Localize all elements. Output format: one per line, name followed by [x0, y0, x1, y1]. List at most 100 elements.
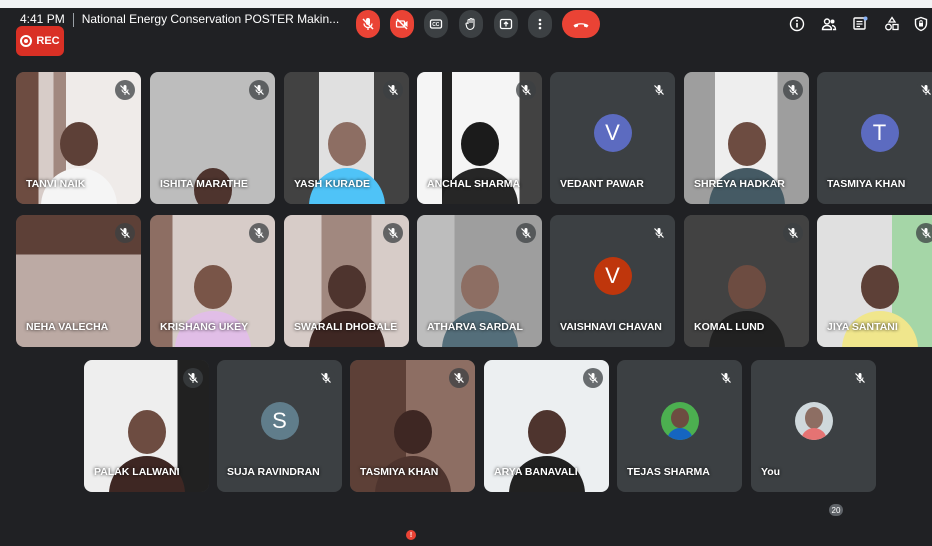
mic-toggle-button[interactable]: [356, 10, 380, 38]
participant-tile[interactable]: NEHA VALECHA: [16, 215, 141, 347]
participant-name: TASMIYA KHAN: [360, 466, 439, 478]
end-call-button[interactable]: [562, 10, 600, 38]
captions-icon: CC: [429, 19, 443, 29]
mic-off-icon: [249, 223, 269, 243]
svg-text:CC: CC: [432, 22, 440, 28]
mic-off-icon: [850, 368, 870, 388]
end-call-icon: [573, 23, 589, 28]
meeting-info: 4:41 PM National Energy Conservation POST…: [20, 12, 339, 27]
participant-name: ARYA BANAVALI: [494, 466, 578, 478]
mic-off-icon: [516, 223, 536, 243]
mic-off-icon: [783, 80, 803, 100]
present-button[interactable]: [494, 10, 518, 38]
meeting-title[interactable]: National Energy Conservation POSTER Maki…: [82, 12, 339, 26]
more-options-icon: [538, 18, 542, 30]
participant-name: SWARALI DHOBALE: [294, 321, 398, 333]
participant-name: TEJAS SHARMA: [627, 466, 710, 478]
participant-name: ATHARVA SARDAL: [427, 321, 523, 333]
mic-off-icon: [916, 80, 932, 100]
participant-tile[interactable]: KOMAL LUND: [684, 215, 809, 347]
participant-name: SUJA RAVINDRAN: [227, 466, 320, 478]
participant-tile[interactable]: TEJAS SHARMA: [617, 360, 742, 492]
people-icon: [821, 18, 837, 31]
participant-name: VEDANT PAWAR: [560, 178, 644, 190]
mic-off-icon: [449, 368, 469, 388]
participant-name: PALAK LALWANI: [94, 466, 180, 478]
participant-tile[interactable]: T TASMIYA KHAN: [817, 72, 932, 204]
chat-icon: [853, 16, 868, 30]
participant-tile[interactable]: S SUJA RAVINDRAN: [217, 360, 342, 492]
participant-tile[interactable]: V VAISHNAVI CHAVAN: [550, 215, 675, 347]
recording-badge[interactable]: REC: [16, 26, 64, 56]
participant-name: ANCHAL SHARMA: [427, 178, 521, 190]
participant-name: VAISHNAVI CHAVAN: [560, 321, 662, 333]
participant-tile[interactable]: YASH KURADE: [284, 72, 409, 204]
info-icon: [789, 16, 805, 32]
participant-tile[interactable]: KRISHANG UKEY: [150, 215, 275, 347]
mic-off-icon: [383, 80, 403, 100]
participant-name: KRISHANG UKEY: [160, 321, 249, 333]
mic-off-icon: [383, 223, 403, 243]
participant-count-badge: 20: [829, 504, 843, 516]
participant-name: You: [761, 466, 781, 478]
recording-label: REC: [36, 35, 60, 47]
activities-icon: [885, 16, 899, 31]
meeting-details-button[interactable]: [787, 14, 807, 34]
mic-off-icon: [783, 223, 803, 243]
participant-avatar: S: [260, 402, 299, 440]
divider: [72, 12, 74, 27]
present-icon: [499, 18, 513, 30]
participant-name: JIYA SANTANI: [827, 321, 898, 333]
mic-off-icon: [916, 223, 932, 243]
mic-off-icon: [183, 368, 203, 388]
participant-tile[interactable]: ARYA BANAVALI: [484, 360, 609, 492]
participant-tile[interactable]: PALAK LALWANI: [84, 360, 209, 492]
participant-tile[interactable]: V VEDANT PAWAR: [550, 72, 675, 204]
bottom-bar: [0, 506, 932, 546]
participant-tile[interactable]: ATHARVA SARDAL: [417, 215, 542, 347]
mic-off-icon: [516, 80, 536, 100]
participant-tile[interactable]: SHREYA HADKAR: [684, 72, 809, 204]
mic-off-icon: [115, 223, 135, 243]
participant-tile[interactable]: JIYA SANTANI: [817, 215, 932, 347]
participant-photo: [794, 402, 833, 440]
mic-off-icon: [649, 80, 669, 100]
mic-off-icon: [115, 80, 135, 100]
participant-name: KOMAL LUND: [694, 321, 765, 333]
record-icon: [20, 35, 33, 47]
chat-button[interactable]: [850, 14, 870, 34]
captions-button[interactable]: CC: [424, 10, 448, 38]
camera-toggle-button[interactable]: [390, 10, 414, 38]
meeting-time: 4:41 PM: [20, 12, 65, 26]
participant-tile[interactable]: SWARALI DHOBALE: [284, 215, 409, 347]
participant-tile[interactable]: TANVI NAIK: [16, 72, 141, 204]
mic-off-icon: [649, 223, 669, 243]
participant-avatar: V: [593, 114, 632, 152]
participant-tile[interactable]: ANCHAL SHARMA: [417, 72, 542, 204]
participant-tile[interactable]: ISHITA MARATHE: [150, 72, 275, 204]
participant-name: NEHA VALECHA: [26, 321, 109, 333]
participant-name: TASMIYA KHAN: [827, 178, 906, 190]
mic-off-icon: [249, 80, 269, 100]
mic-off-icon: [583, 368, 603, 388]
raise-hand-button[interactable]: [459, 10, 483, 38]
top-strip: [0, 0, 932, 8]
participant-avatar: V: [593, 257, 632, 295]
people-button[interactable]: [819, 14, 839, 34]
activities-button[interactable]: [882, 14, 902, 34]
participant-name: YASH KURADE: [294, 178, 371, 190]
participant-name: TANVI NAIK: [26, 178, 86, 190]
participant-tile-self[interactable]: You: [751, 360, 876, 492]
raise-hand-icon: [465, 17, 475, 31]
camera-alert-badge: !: [406, 530, 416, 540]
participant-name: ISHITA MARATHE: [160, 178, 248, 190]
participant-tile[interactable]: TASMIYA KHAN: [350, 360, 475, 492]
participant-photo: [660, 402, 699, 440]
camera-off-icon: [395, 18, 408, 30]
host-controls-button[interactable]: [911, 14, 931, 34]
mic-off-icon: [362, 18, 374, 30]
mic-off-icon: [316, 368, 336, 388]
more-options-button[interactable]: [528, 10, 552, 38]
participant-avatar: T: [860, 114, 899, 152]
mic-off-icon: [716, 368, 736, 388]
